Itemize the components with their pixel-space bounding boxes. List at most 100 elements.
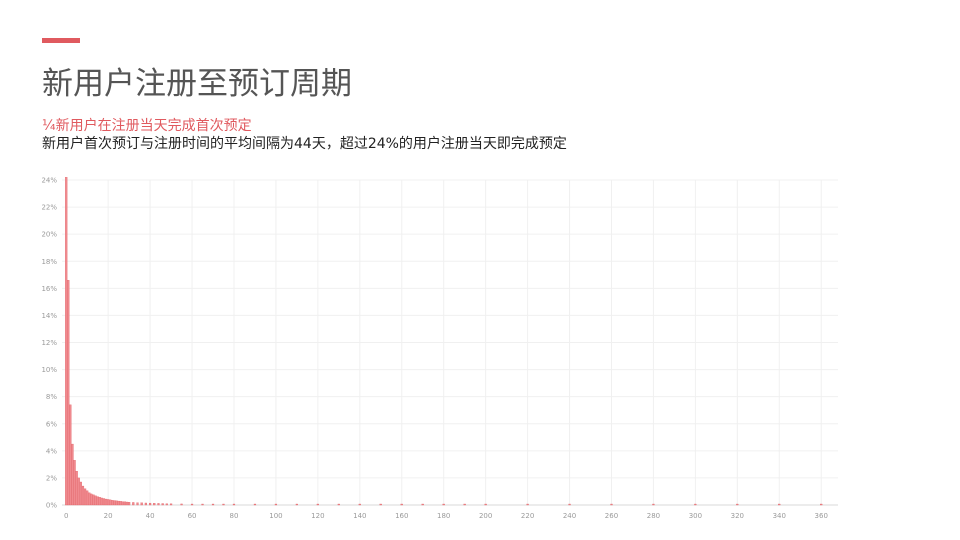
histogram-bar	[96, 496, 99, 506]
histogram-bar	[132, 502, 135, 506]
histogram-bar	[144, 502, 147, 506]
histogram-bar	[90, 493, 93, 506]
y-tick-label: 4%	[46, 447, 57, 455]
histogram-bar	[128, 502, 131, 506]
histogram-bar	[169, 503, 173, 506]
histogram-bar	[136, 502, 139, 506]
y-tick-label: 10%	[41, 366, 57, 374]
y-tick-label: 20%	[41, 231, 57, 239]
histogram-bar	[736, 503, 739, 506]
histogram-bar	[820, 503, 823, 506]
x-tick-label: 20	[104, 512, 113, 520]
histogram-bar	[125, 501, 129, 506]
histogram-bar	[109, 499, 112, 506]
y-tick-label: 18%	[41, 258, 57, 266]
x-tick-label: 60	[188, 512, 197, 520]
histogram-bar	[77, 477, 80, 506]
y-tick-label: 16%	[41, 285, 57, 293]
histogram-bar	[102, 498, 106, 506]
x-tick-label: 200	[479, 512, 492, 520]
histogram-bar	[153, 503, 156, 506]
histogram-bar	[92, 494, 95, 506]
histogram-bar	[337, 503, 340, 506]
histogram-bar	[119, 501, 122, 506]
histogram-bar	[400, 503, 403, 506]
histogram-bar	[71, 443, 74, 506]
slide-description: 新用户首次预订与注册时间的平均间隔为44天，超过24%的用户注册当天即完成预定	[42, 136, 567, 152]
x-tick-label: 140	[353, 512, 366, 520]
histogram-bar	[652, 503, 655, 506]
x-tick-label: 340	[773, 512, 786, 520]
x-tick-label: 160	[395, 512, 408, 520]
histogram-bar	[115, 500, 118, 506]
histogram-bar	[316, 503, 319, 506]
histogram-bar	[111, 500, 114, 506]
histogram-bar	[79, 481, 82, 506]
y-tick-label: 8%	[46, 393, 57, 401]
x-tick-label: 40	[146, 512, 155, 520]
chart-gridlines	[62, 179, 838, 506]
histogram-bar	[75, 470, 78, 506]
histogram-bar	[379, 503, 382, 506]
histogram-bar	[81, 485, 85, 506]
histogram-bar	[107, 499, 110, 506]
y-tick-label: 24%	[41, 177, 57, 185]
x-tick-label: 120	[311, 512, 324, 520]
y-tick-label: 14%	[41, 312, 57, 320]
histogram-bar	[140, 502, 143, 506]
histogram-bar	[86, 490, 89, 506]
x-tick-label: 220	[521, 512, 534, 520]
histogram-bar	[83, 488, 87, 506]
histogram-bar	[88, 492, 91, 506]
histogram-bar	[211, 503, 215, 506]
histogram-bar	[190, 503, 194, 506]
histogram-bar	[73, 460, 76, 506]
x-tick-label: 80	[230, 512, 239, 520]
x-tick-label: 240	[563, 512, 576, 520]
histogram-bar	[121, 501, 124, 506]
histogram-bar	[98, 497, 101, 506]
y-tick-label: 0%	[46, 502, 57, 510]
histogram-bar	[610, 503, 613, 506]
histogram-bar	[161, 503, 164, 506]
x-tick-label: 260	[605, 512, 618, 520]
histogram-bar	[94, 495, 97, 506]
histogram-bar	[65, 177, 68, 506]
histogram-bar	[222, 503, 225, 506]
histogram-bar	[180, 503, 183, 506]
y-tick-label: 22%	[41, 204, 57, 212]
histogram-bar	[484, 503, 487, 506]
histogram-bar	[123, 501, 127, 506]
histogram-bar	[463, 503, 466, 506]
x-tick-label: 320	[731, 512, 744, 520]
histogram-bar	[100, 497, 103, 506]
histogram-bar	[421, 503, 424, 506]
histogram-bar	[358, 503, 361, 506]
histogram-bar	[117, 500, 120, 506]
histogram-bar	[778, 503, 781, 506]
histogram-bar	[67, 280, 70, 506]
y-tick-label: 6%	[46, 420, 57, 428]
title-accent-bar	[42, 38, 80, 43]
y-tick-label: 2%	[46, 474, 57, 482]
histogram-bar	[104, 498, 108, 506]
histogram-bar	[69, 404, 72, 506]
y-tick-label: 12%	[41, 339, 57, 347]
x-tick-label: 0	[64, 512, 68, 520]
histogram-bar	[201, 503, 204, 506]
histogram-bar	[694, 503, 697, 506]
histogram-bar	[568, 503, 571, 506]
slide-subtitle: ¼新用户在注册当天完成首次预定	[42, 118, 252, 134]
histogram-bar	[113, 500, 116, 506]
x-tick-label: 100	[269, 512, 282, 520]
slide-title: 新用户注册至预订周期	[42, 66, 352, 102]
x-tick-label: 180	[437, 512, 450, 520]
histogram-bar	[157, 503, 160, 506]
histogram-bar	[274, 503, 278, 506]
y-axis-ticks: 0% 2% 4% 6% 8% 10% 12% 14% 16% 18% 20% 22% 24%	[41, 177, 57, 510]
booking-interval-histogram: 0% 2% 4% 6% 8% 10% 12% 14% 16% 18% 20% 22% 24% 0 20 40…	[41, 177, 838, 520]
histogram-bar	[442, 503, 445, 506]
x-tick-label: 360	[815, 512, 828, 520]
x-axis-ticks: 0 20 40 60 80 100 120 140 160 180 200 220 240 260 280 3…	[64, 512, 828, 520]
histogram-bar	[295, 503, 298, 506]
